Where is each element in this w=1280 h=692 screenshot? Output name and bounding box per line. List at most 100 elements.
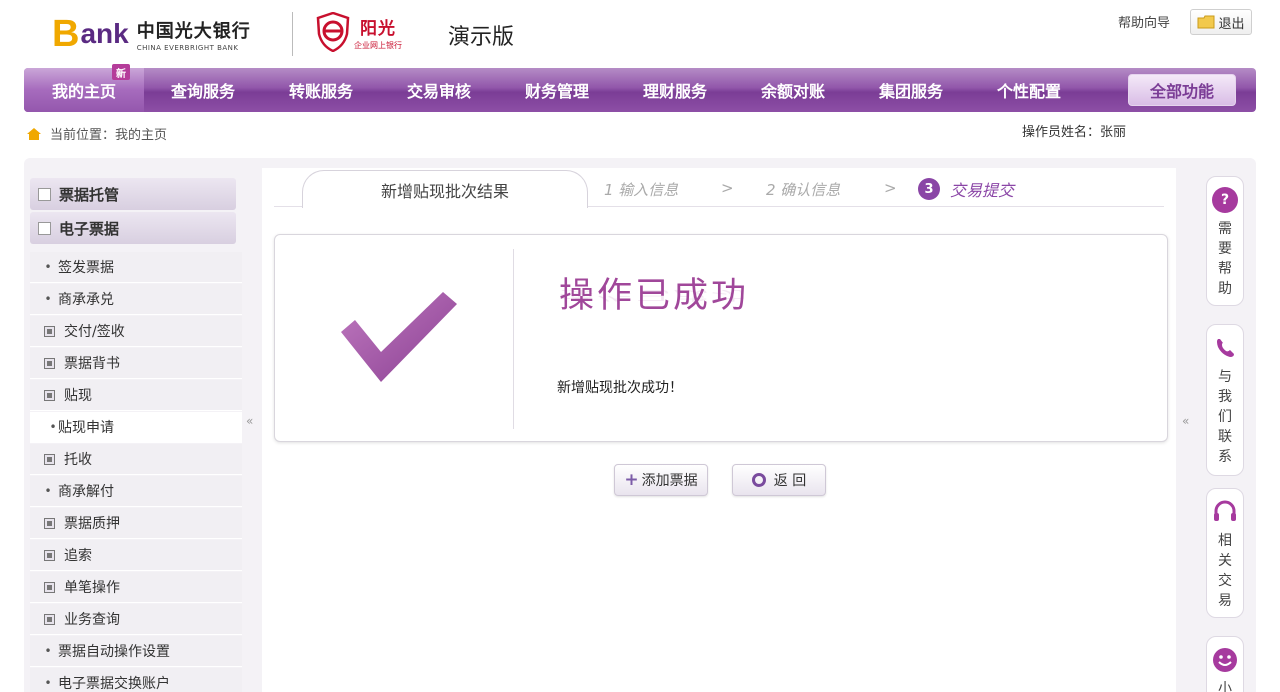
sidebar-item-collection[interactable]: 托收 [30, 444, 242, 475]
logo-text: 中国光大银行 CHINA EVERBRIGHT BANK [137, 17, 251, 52]
help-card[interactable]: ? 需要帮助 [1206, 176, 1244, 306]
category-icon [38, 187, 51, 201]
sidebar-item-issue-bill[interactable]: • 签发票据 [30, 252, 242, 283]
sidebar-item-recourse[interactable]: 追索 [30, 540, 242, 571]
sidebar-item-label: 贴现申请 [58, 420, 114, 436]
tab-result[interactable]: 新增贴现批次结果 [302, 170, 588, 208]
logo-b: B [52, 13, 80, 55]
nav-label: 我的主页 [51, 82, 116, 101]
operator-name: 操作员姓名：张丽 [1022, 125, 1127, 140]
breadcrumb: 当前位置：我的主页 [26, 124, 167, 143]
folder-box-icon [44, 357, 55, 369]
bank-logo[interactable]: B ank 中国光大银行 CHINA EVERBRIGHT BANK [52, 14, 251, 54]
sidebar: 票据托管 电子票据 • 签发票据 • 商承承兑 交付/签收 票据背书 贴现 • … [30, 178, 242, 692]
sidebar-item-label: 签发票据 [58, 260, 114, 276]
add-bill-button[interactable]: + 添加票据 [614, 464, 708, 496]
sidebar-item-endorse[interactable]: 票据背书 [30, 348, 242, 379]
return-icon [751, 473, 766, 487]
collapse-sidebar-button[interactable]: « [246, 414, 253, 428]
headset-icon [1214, 500, 1236, 521]
back-button[interactable]: 返 回 [732, 464, 826, 496]
exit-label: 退出 [1218, 16, 1245, 32]
nav-item-transfer[interactable]: 转账服务 [262, 68, 380, 112]
exit-button[interactable]: 退出 [1190, 9, 1252, 35]
bullet-icon: • [44, 260, 52, 274]
folder-icon [1197, 15, 1215, 29]
add-bill-label: 添加票据 [641, 473, 698, 489]
folder-box-icon [44, 389, 55, 401]
header: B ank 中国光大银行 CHINA EVERBRIGHT BANK 阳光 企业… [0, 0, 1280, 68]
sidebar-item-label: 托收 [64, 452, 92, 468]
sunshine-logo: 阳光 企业网上银行 [316, 12, 402, 52]
shield-e-icon [316, 12, 350, 52]
logo-ank: ank [80, 18, 129, 49]
checkmark-icon [341, 292, 457, 382]
success-title-reflection: 操作已成功 [559, 287, 750, 302]
step-arrow: > [884, 179, 897, 197]
sidebar-item-acceptance[interactable]: • 商承承兑 [30, 284, 242, 315]
sidebar-item-label: 贴现 [64, 388, 92, 404]
bullet-icon: • [44, 484, 52, 498]
step-tabs: 新增贴现批次结果 1 输入信息 > 2 确认信息 > 3 交易提交 [262, 168, 1176, 208]
sidebar-item-label: 电子票据交换账户 [58, 676, 170, 692]
folder-box-icon [44, 613, 55, 625]
assistant-card[interactable]: 小 [1206, 636, 1244, 692]
nav-label: 理财服务 [642, 82, 707, 101]
nav-item-review[interactable]: 交易审核 [380, 68, 498, 112]
sidebar-item-settle[interactable]: • 商承解付 [30, 476, 242, 507]
nav-label: 余额对账 [760, 82, 825, 101]
assistant-card-text: 小 [1218, 681, 1232, 692]
folder-box-icon [44, 517, 55, 529]
sidebar-item-auto-settings[interactable]: • 票据自动操作设置 [30, 636, 242, 667]
nav-item-balance[interactable]: 余额对账 [734, 68, 852, 112]
step-submit-label: 交易提交 [950, 181, 1015, 200]
sidebar-category-custody[interactable]: 票据托管 [30, 178, 236, 210]
sidebar-item-label: 交付/签收 [64, 324, 125, 340]
sidebar-category-label: 票据托管 [59, 185, 120, 204]
step-confirm-info: 2 确认信息 [766, 181, 841, 199]
all-functions-button[interactable]: 全部功能 [1128, 74, 1236, 106]
related-card-text: 相关交易 [1218, 533, 1232, 609]
help-guide-link[interactable]: 帮助向导 [1118, 12, 1170, 31]
step-input-info: 1 输入信息 [604, 181, 679, 199]
sunshine-logo-text: 阳光 企业网上银行 [354, 14, 402, 51]
result-divider [513, 249, 514, 429]
sidebar-item-label: 商承解付 [58, 484, 114, 500]
folder-box-icon [44, 549, 55, 561]
sidebar-item-business-query[interactable]: 业务查询 [30, 604, 242, 635]
folder-box-icon [44, 453, 55, 465]
bullet-icon: • [44, 292, 52, 306]
contact-card[interactable]: 与我们联系 [1206, 324, 1244, 476]
sidebar-item-discount[interactable]: 贴现 [30, 380, 242, 411]
header-divider [292, 12, 293, 56]
demo-label: 演示版 [448, 25, 515, 50]
sidebar-item-label: 商承承兑 [58, 292, 114, 308]
help-card-text: 需要帮助 [1218, 221, 1232, 297]
contact-card-text: 与我们联系 [1218, 369, 1232, 465]
category-icon [38, 221, 51, 235]
nav-item-wealth[interactable]: 理财服务 [616, 68, 734, 112]
sunshine-logo-main: 阳光 [360, 18, 396, 39]
sidebar-category-ebill[interactable]: 电子票据 [30, 212, 236, 244]
sidebar-item-pledge[interactable]: 票据质押 [30, 508, 242, 539]
nav-label: 集团服务 [878, 82, 943, 101]
nav-label: 查询服务 [170, 82, 235, 101]
question-icon: ? [1212, 187, 1238, 213]
nav-item-settings[interactable]: 个性配置 [970, 68, 1088, 112]
new-badge: 新 [112, 64, 130, 80]
main-nav: 我的主页 新 查询服务 转账服务 交易审核 财务管理 理财服务 余额对账 集团服… [24, 64, 1256, 112]
sidebar-item-single-op[interactable]: 单笔操作 [30, 572, 242, 603]
nav-item-group[interactable]: 集团服务 [852, 68, 970, 112]
sidebar-item-exchange-account[interactable]: • 电子票据交换账户 [30, 668, 242, 692]
sidebar-item-deliver-sign[interactable]: 交付/签收 [30, 316, 242, 347]
bullet-icon: • [44, 676, 52, 690]
nav-item-query[interactable]: 查询服务 [144, 68, 262, 112]
related-card[interactable]: 相关交易 [1206, 488, 1244, 618]
sidebar-item-discount-apply[interactable]: • 贴现申请 [30, 412, 242, 443]
bullet-icon: • [44, 644, 52, 658]
sunshine-logo-sub: 企业网上银行 [354, 40, 402, 50]
collapse-right-button[interactable]: « [1182, 414, 1189, 428]
nav-item-home[interactable]: 我的主页 新 [24, 64, 144, 112]
nav-item-finance[interactable]: 财务管理 [498, 68, 616, 112]
nav-label: 个性配置 [996, 82, 1061, 101]
